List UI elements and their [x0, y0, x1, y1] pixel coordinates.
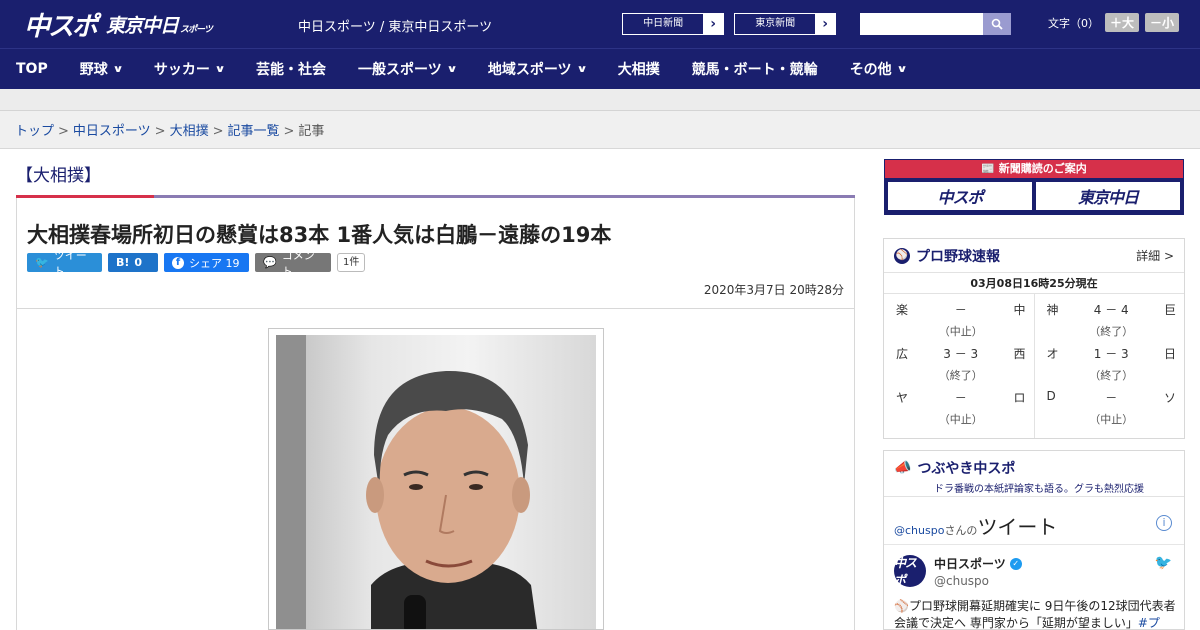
nav-item-soccer[interactable]: サッカー ∨ [138, 49, 240, 90]
hatena-icon: B! [116, 256, 130, 269]
article-divider [17, 308, 854, 309]
logo-chuspo: 中スポ [24, 11, 98, 42]
tweet-hashtag[interactable]: #プ [1138, 616, 1160, 630]
chevron-right-icon: › [815, 14, 835, 34]
breadcrumb-separator: > [154, 124, 166, 139]
comment-button[interactable]: 💬 コメント [255, 249, 331, 278]
verified-icon: ✓ [1009, 557, 1022, 570]
nav-item-top[interactable]: TOP [0, 49, 64, 90]
megaphone-icon: 📣 [894, 460, 912, 476]
font-size-control: 文字（0） ＋大 －小 [1048, 13, 1180, 32]
facebook-icon: f [172, 256, 184, 269]
social-share-bar: 🐦 ツイート B! 0 f シェア 19 💬 コメント 1件 [27, 249, 366, 278]
info-icon[interactable]: i [1156, 515, 1172, 531]
breadcrumb-separator: > [58, 124, 69, 139]
tokyo-chunichi-subscribe-button[interactable]: 東京中日 [1036, 182, 1180, 210]
newspaper-icon: 📰 [981, 162, 995, 175]
promo-title: 📰 新聞購読のご案内 [885, 160, 1183, 178]
chevron-down-icon: ∨ [896, 63, 908, 75]
site-links[interactable]: 中日スポーツ / 東京中日スポーツ [298, 16, 492, 35]
article-card: 大相撲春場所初日の懸賞は83本 1番人気は白鵬－遠藤の19本 🐦 ツイート B! 0… [16, 198, 855, 630]
hatena-bookmark-button[interactable]: B! 0 [108, 253, 158, 272]
baseball-icon: ⚾ [894, 247, 910, 264]
twitter-widget-subtitle: ドラ番戦の本紙評論家も語る。グラも熱烈応援 [934, 484, 1144, 495]
chuspo-subscribe-button[interactable]: 中スポ [888, 182, 1032, 210]
avatar[interactable]: 中スポ [894, 555, 926, 587]
nav-item-local-sports[interactable]: 地域スポーツ ∨ [472, 49, 602, 90]
article-photo[interactable] [268, 328, 604, 630]
breadcrumb-current: 記事 [298, 124, 325, 139]
search-button[interactable] [983, 13, 1011, 35]
search-box [860, 13, 1011, 35]
font-size-label: 文字（0） [1048, 16, 1099, 30]
score-column-left: 楽－中（中止） 広3 － 3 西（終了） ヤ－ロ（中止） [884, 294, 1034, 438]
nav-item-general-sports[interactable]: 一般スポーツ ∨ [342, 49, 472, 90]
subscription-promo: 📰 新聞購読のご案内 中スポ 東京中日 [884, 159, 1184, 215]
comment-count[interactable]: 1件 [337, 253, 366, 272]
chunichi-shimbun-button[interactable]: 中日新聞 › [622, 13, 724, 35]
twitter-bird-icon: 🐦 [35, 256, 49, 269]
site-logo[interactable]: 中スポ 東京中日 スポーツ [24, 8, 214, 42]
breadcrumb-article-list[interactable]: 記事一覧 [228, 124, 280, 139]
facebook-share-button[interactable]: f シェア 19 [164, 253, 249, 272]
breadcrumb-separator: > [283, 124, 295, 139]
search-icon [991, 18, 1003, 30]
scoreboard-details-link[interactable]: 詳細 > [1136, 247, 1174, 264]
game-row[interactable]: D －ソ（中止） [1047, 386, 1177, 430]
main-nav: TOP 野球 ∨ サッカー ∨ 芸能・社会 一般スポーツ ∨ 地域スポーツ ∨ 大相撲 … [0, 48, 1200, 89]
scoreboard-title: ⚾ プロ野球速報 [894, 247, 1000, 265]
game-row[interactable]: 楽－中（中止） [896, 298, 1026, 342]
ad-band [0, 89, 1200, 111]
nav-item-baseball[interactable]: 野球 ∨ [64, 49, 138, 90]
chevron-down-icon: ∨ [575, 63, 588, 75]
category-heading: 【大相撲】 [16, 166, 101, 186]
font-increase-button[interactable]: ＋大 [1105, 13, 1140, 32]
speech-bubble-icon: 💬 [263, 256, 277, 269]
chevron-down-icon: ∨ [214, 63, 226, 75]
chevron-right-icon: › [703, 14, 723, 34]
chevron-down-icon: ∨ [112, 63, 124, 75]
nav-item-sumo[interactable]: 大相撲 [602, 49, 676, 90]
tweet-button[interactable]: 🐦 ツイート [27, 249, 102, 278]
breadcrumb-sumo[interactable]: 大相撲 [170, 124, 209, 139]
timeline-heading: @chuspoさんのツイート [894, 515, 1058, 539]
score-column-right: 神4 － 4 巨（終了） オ1 － 3 日（終了） D －ソ（中止） [1033, 294, 1185, 438]
breadcrumb-top[interactable]: トップ [15, 124, 54, 139]
portrait-illustration [276, 335, 538, 629]
twitter-widget-title: 📣 つぶやき中スポ [894, 460, 1016, 477]
game-row[interactable]: 広3 － 3 西（終了） [896, 342, 1026, 386]
font-decrease-button[interactable]: －小 [1145, 13, 1180, 32]
baseball-scoreboard: ⚾ プロ野球速報 詳細 > 03月08日16時25分現在 楽－中（中止） 広3 －… [883, 238, 1185, 439]
scoreboard-timestamp: 03月08日16時25分現在 [884, 273, 1184, 294]
nav-item-other[interactable]: その他 ∨ [834, 49, 922, 90]
game-row[interactable]: ヤ－ロ（中止） [896, 386, 1026, 430]
article-headline: 大相撲春場所初日の懸賞は83本 1番人気は白鵬－遠藤の19本 [27, 223, 612, 247]
nav-item-entertainment[interactable]: 芸能・社会 [240, 49, 342, 90]
twitter-bird-icon[interactable]: 🐦 [1155, 555, 1172, 571]
tweet-text: ⚾プロ野球開幕延期確実に 9日午後の12球団代表者会議で決定へ 専門家から「延期… [894, 599, 1176, 630]
breadcrumb-separator: > [212, 124, 224, 139]
breadcrumb: トップ > 中日スポーツ > 大相撲 > 記事一覧 > 記事 [0, 111, 1200, 149]
tweet-account-name[interactable]: 中日スポーツ ✓ [934, 555, 1022, 572]
breadcrumb-chunichi-sports[interactable]: 中日スポーツ [73, 124, 151, 139]
timeline-divider [884, 544, 1184, 545]
nav-item-racing[interactable]: 競馬・ボート・競輪 [676, 49, 834, 90]
portrait-image [276, 335, 596, 629]
twitter-widget: 📣 つぶやき中スポ ドラ番戦の本紙評論家も語る。グラも熱烈応援 @chuspoさん… [883, 450, 1185, 630]
logo-tokyo-chunichi: 東京中日 スポーツ [106, 14, 213, 37]
article-date: 2020年3月7日 20時28分 [703, 283, 844, 297]
tweet-account-handle[interactable]: @chuspo [934, 574, 989, 588]
search-input[interactable] [860, 13, 983, 35]
tokyo-shimbun-button[interactable]: 東京新聞 › [734, 13, 836, 35]
timeline-handle-link[interactable]: @chuspo [894, 524, 944, 537]
game-row[interactable]: オ1 － 3 日（終了） [1047, 342, 1177, 386]
game-row[interactable]: 神4 － 4 巨（終了） [1047, 298, 1177, 342]
top-header: 中スポ 東京中日 スポーツ 中日スポーツ / 東京中日スポーツ 中日新聞 › 東京… [0, 0, 1200, 48]
main-content: 【大相撲】 大相撲春場所初日の懸賞は83本 1番人気は白鵬－遠藤の19本 🐦 ツイ… [0, 149, 1200, 630]
chevron-down-icon: ∨ [446, 63, 458, 75]
